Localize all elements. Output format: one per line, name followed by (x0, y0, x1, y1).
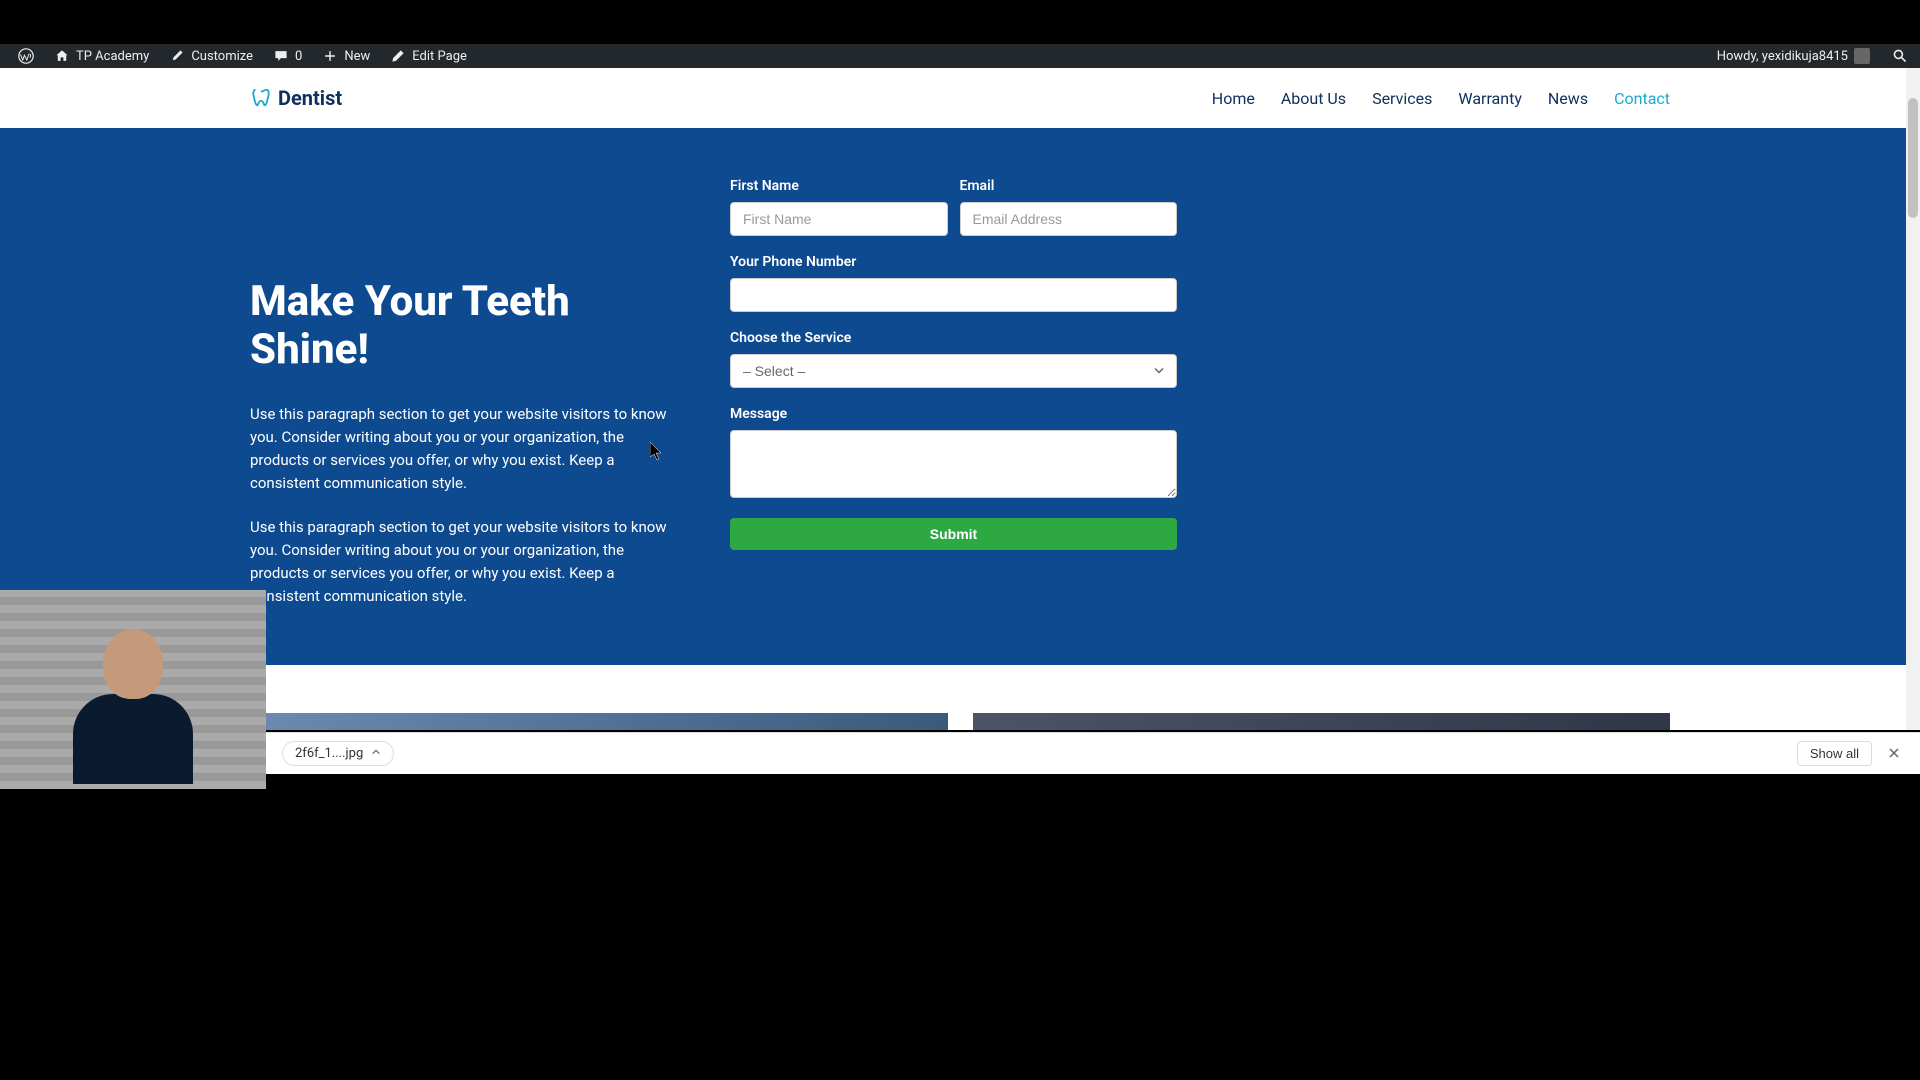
image-gallery-row (250, 713, 1670, 730)
phone-input[interactable] (730, 278, 1177, 312)
brush-icon (169, 48, 185, 64)
contact-form: First Name Email Your Phone Number Choos… (730, 178, 1177, 665)
first-name-input[interactable] (730, 202, 948, 236)
nav-item-warranty[interactable]: Warranty (1458, 89, 1522, 108)
new-label: New (344, 49, 370, 64)
hero-paragraph-1: Use this paragraph section to get your w… (250, 403, 680, 496)
nav-item-contact[interactable]: Contact (1614, 89, 1670, 108)
nav-item-news[interactable]: News (1548, 89, 1588, 108)
howdy-text: Howdy, yexidikuja8415 (1717, 49, 1848, 64)
close-shelf-button[interactable] (1884, 743, 1904, 764)
nav-item-about-us[interactable]: About Us (1281, 89, 1346, 108)
gallery-image-1 (250, 713, 948, 730)
nav-item-home[interactable]: Home (1212, 89, 1255, 108)
message-label: Message (730, 406, 1177, 422)
wp-admin-bar: TP Academy Customize 0 New Edit Page (0, 44, 1920, 68)
user-account-menu[interactable]: Howdy, yexidikuja8415 (1707, 44, 1880, 68)
message-textarea[interactable] (730, 430, 1177, 498)
wp-logo-menu[interactable] (8, 44, 44, 68)
service-select[interactable]: – Select – (730, 354, 1177, 388)
submit-button[interactable]: Submit (730, 518, 1177, 550)
site-header: Dentist Home About Us Services Warranty News… (0, 68, 1920, 128)
scrollbar-thumb[interactable] (1908, 98, 1918, 218)
main-nav: Home About Us Services Warranty News Contact (1212, 89, 1670, 108)
search-toggle[interactable] (1888, 44, 1912, 68)
logo-text: Dentist (278, 86, 342, 110)
email-input[interactable] (960, 202, 1178, 236)
download-filename: 2f6f_1....jpg (295, 746, 363, 761)
hero-paragraph-2: Use this paragraph section to get your w… (250, 516, 680, 609)
tooth-icon (250, 87, 272, 109)
edit-page-menu[interactable]: Edit Page (380, 44, 477, 68)
customize-menu[interactable]: Customize (159, 44, 263, 68)
wordpress-icon (18, 48, 34, 64)
customize-label: Customize (191, 49, 253, 64)
gallery-image-2 (973, 713, 1671, 730)
phone-label: Your Phone Number (730, 254, 1177, 270)
service-label: Choose the Service (730, 330, 1177, 346)
email-label: Email (960, 178, 1178, 194)
edit-page-label: Edit Page (412, 49, 467, 64)
hero-section: Make Your Teeth Shine! Use this paragrap… (0, 128, 1920, 665)
user-avatar (1854, 48, 1870, 64)
pencil-icon (390, 48, 406, 64)
site-name-menu[interactable]: TP Academy (44, 44, 159, 68)
nav-item-services[interactable]: Services (1372, 89, 1432, 108)
first-name-label: First Name (730, 178, 948, 194)
browser-download-shelf: 2f6f_1....jpg Show all (266, 732, 1920, 774)
show-all-button[interactable]: Show all (1797, 741, 1872, 766)
search-icon (1892, 48, 1908, 64)
site-name-label: TP Academy (76, 49, 149, 64)
new-content-menu[interactable]: New (312, 44, 380, 68)
comment-icon (273, 48, 289, 64)
vertical-scrollbar[interactable] (1906, 68, 1920, 730)
comment-count: 0 (295, 49, 302, 64)
home-icon (54, 48, 70, 64)
hero-title: Make Your Teeth Shine! (250, 278, 680, 375)
comments-menu[interactable]: 0 (263, 44, 312, 68)
download-item[interactable]: 2f6f_1....jpg (282, 741, 394, 766)
chevron-up-icon (371, 746, 381, 761)
plus-icon (322, 48, 338, 64)
close-icon (1888, 747, 1900, 759)
site-logo[interactable]: Dentist (250, 86, 342, 110)
webcam-overlay (0, 590, 266, 789)
